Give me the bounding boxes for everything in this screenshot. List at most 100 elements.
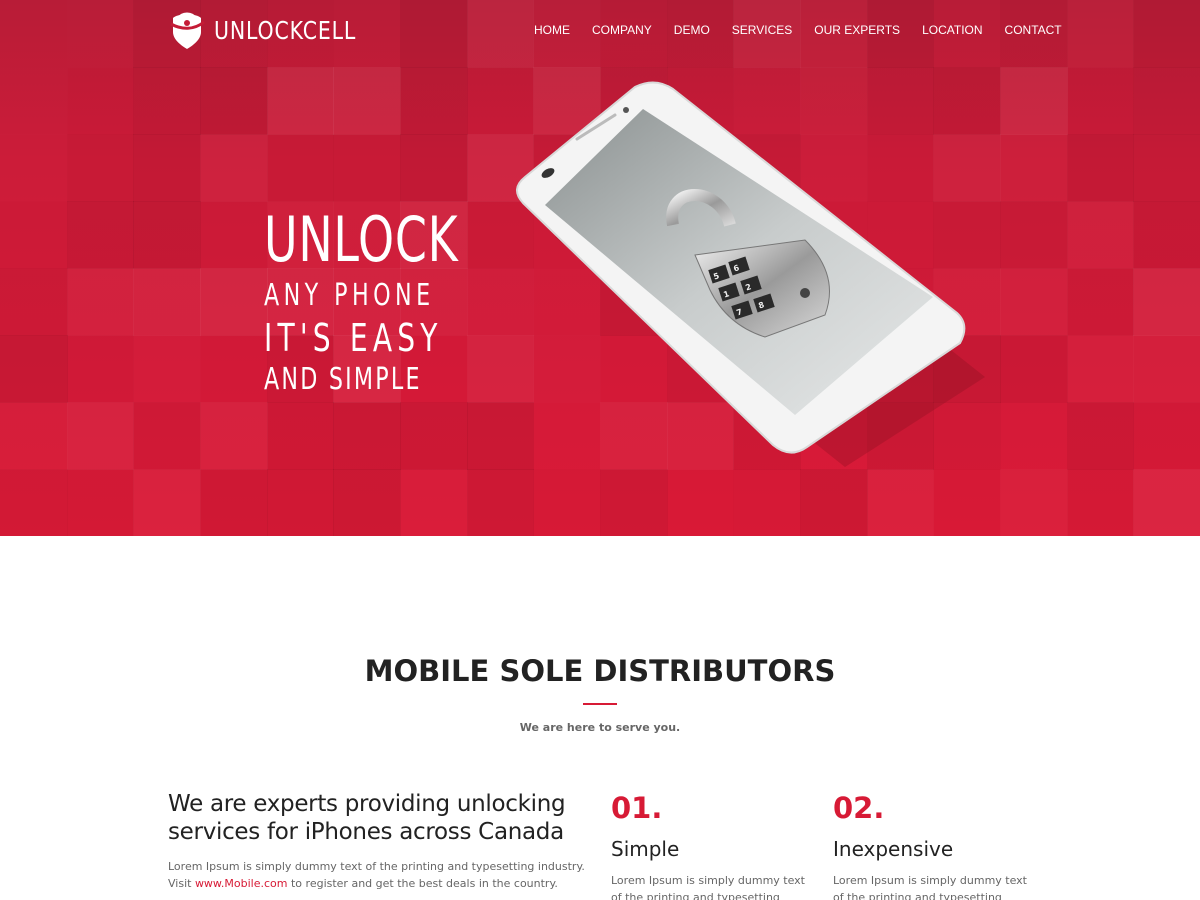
section-title-underline <box>583 703 617 705</box>
mosaic-tile <box>0 402 68 470</box>
mosaic-tile <box>133 67 201 135</box>
mosaic-tile <box>133 469 201 536</box>
intro-block: We are experts providing unlocking servi… <box>168 790 598 892</box>
hero-line-1: UNLOCK <box>264 203 459 276</box>
main-nav: HOME COMPANY DEMO SERVICES OUR EXPERTS L… <box>523 22 1073 38</box>
mosaic-tile <box>0 201 68 269</box>
mosaic-tile <box>1000 67 1068 135</box>
hero-line-4: AND SIMPLE <box>264 362 422 397</box>
mosaic-tile <box>1133 0 1200 68</box>
mosaic-tile <box>67 67 135 135</box>
mosaic-tile <box>200 469 268 536</box>
logo[interactable]: UNLOCKCELL <box>168 10 387 50</box>
brand-name: UNLOCKCELL <box>214 15 357 45</box>
mosaic-tile <box>1067 67 1135 135</box>
mosaic-tile <box>1066 134 1135 202</box>
mosaic-tile <box>0 268 68 336</box>
mosaic-tile <box>200 335 268 403</box>
mosaic-tile <box>67 469 135 536</box>
nav-company[interactable]: COMPANY <box>581 22 663 38</box>
nav-our-experts[interactable]: OUR EXPERTS <box>803 22 911 38</box>
mosaic-tile <box>1133 67 1200 135</box>
feature-title: Inexpensive <box>833 837 954 861</box>
mosaic-tile <box>67 0 135 68</box>
mosaic-tile <box>1067 201 1135 269</box>
mosaic-tile <box>1066 402 1135 470</box>
feature-title: Simple <box>611 837 680 861</box>
mosaic-tile <box>200 402 268 470</box>
mosaic-tile <box>333 134 401 202</box>
feature-number: 02. <box>833 791 885 825</box>
mosaic-tile <box>1000 201 1068 269</box>
mosaic-tile <box>66 402 135 470</box>
mosaic-tile <box>400 134 468 202</box>
nav-home[interactable]: HOME <box>523 22 581 38</box>
mosaic-tile <box>1067 0 1135 68</box>
mosaic-tile <box>1000 335 1068 403</box>
phone-padlock-image: 5 6 1 2 7 8 <box>516 81 985 467</box>
hero-headline: UNLOCK ANY PHONE IT'S EASY AND SIMPLE <box>264 205 527 399</box>
intro-text: Lorem Ipsum is simply dummy text of the … <box>168 858 598 892</box>
mosaic-tile <box>66 201 135 269</box>
section-title: MOBILE SOLE DISTRIBUTORS <box>364 654 836 688</box>
mosaic-tile <box>1133 335 1200 403</box>
mosaic-tile <box>333 67 401 135</box>
mosaic-tile <box>133 335 201 403</box>
mosaic-tile <box>67 268 135 336</box>
mosaic-tile <box>133 134 201 202</box>
feature-number: 01. <box>611 791 663 825</box>
mosaic-tile <box>0 67 68 135</box>
mosaic-tile <box>1067 469 1135 536</box>
nav-contact[interactable]: CONTACT <box>994 22 1073 38</box>
mosaic-tile <box>1133 268 1200 336</box>
mosaic-tile <box>266 67 335 135</box>
mosaic-tile <box>1133 469 1200 536</box>
website-link[interactable]: www.Mobile.com <box>195 877 288 890</box>
mosaic-tile <box>266 402 335 470</box>
feature-text: Lorem Ipsum is simply dummy text of the … <box>833 874 1027 900</box>
mosaic-tile <box>1000 402 1068 470</box>
mosaic-tile <box>333 469 401 536</box>
nav-services[interactable]: SERVICES <box>721 22 803 38</box>
mosaic-tile <box>133 268 201 336</box>
mosaic-tile <box>1000 134 1068 202</box>
mosaic-tile <box>1000 469 1068 536</box>
mosaic-tile <box>67 134 135 202</box>
mosaic-tile <box>1067 335 1135 403</box>
section-subtitle: We are here to serve you. <box>519 721 681 734</box>
mosaic-tile <box>133 402 201 470</box>
mosaic-tile <box>200 134 268 202</box>
mosaic-tile <box>1133 402 1200 470</box>
mosaic-tile <box>400 67 468 135</box>
hero-banner: UNLOCKCELL HOME COMPANY DEMO SERVICES OU… <box>0 0 1200 536</box>
mosaic-tile <box>400 402 468 470</box>
shield-lock-icon <box>170 12 205 49</box>
mosaic-tile <box>1000 268 1068 336</box>
mosaic-tile <box>0 134 68 202</box>
mosaic-tile <box>267 134 335 202</box>
intro-heading: We are experts providing unlocking servi… <box>168 791 566 845</box>
nav-location[interactable]: LOCATION <box>911 22 993 38</box>
mosaic-tile <box>200 268 268 336</box>
hero-line-2: ANY PHONE <box>264 278 435 313</box>
hero-line-3: IT'S EASY <box>264 316 443 360</box>
mosaic-tile <box>1133 201 1200 269</box>
mosaic-tile <box>0 469 68 536</box>
mosaic-tile <box>400 469 468 536</box>
mosaic-tile <box>67 335 135 403</box>
mosaic-tile <box>1133 134 1200 202</box>
mosaic-tile <box>266 469 335 536</box>
mosaic-tile <box>400 0 468 68</box>
feature-text: Lorem Ipsum is simply dummy text of the … <box>611 874 805 900</box>
nav-demo[interactable]: DEMO <box>663 22 721 38</box>
mosaic-tile <box>200 201 268 269</box>
feature-inexpensive: 02. Inexpensive Lorem Ipsum is simply du… <box>833 790 1033 900</box>
mosaic-tile <box>200 67 268 135</box>
mosaic-tile <box>1067 268 1135 336</box>
mosaic-tile <box>133 201 201 269</box>
intro-text-end: to register and get the best deals in th… <box>287 877 558 890</box>
mosaic-tile <box>0 0 68 68</box>
mosaic-tile <box>333 402 401 470</box>
feature-simple: 01. Simple Lorem Ipsum is simply dummy t… <box>611 790 811 900</box>
mosaic-tile <box>0 335 68 403</box>
